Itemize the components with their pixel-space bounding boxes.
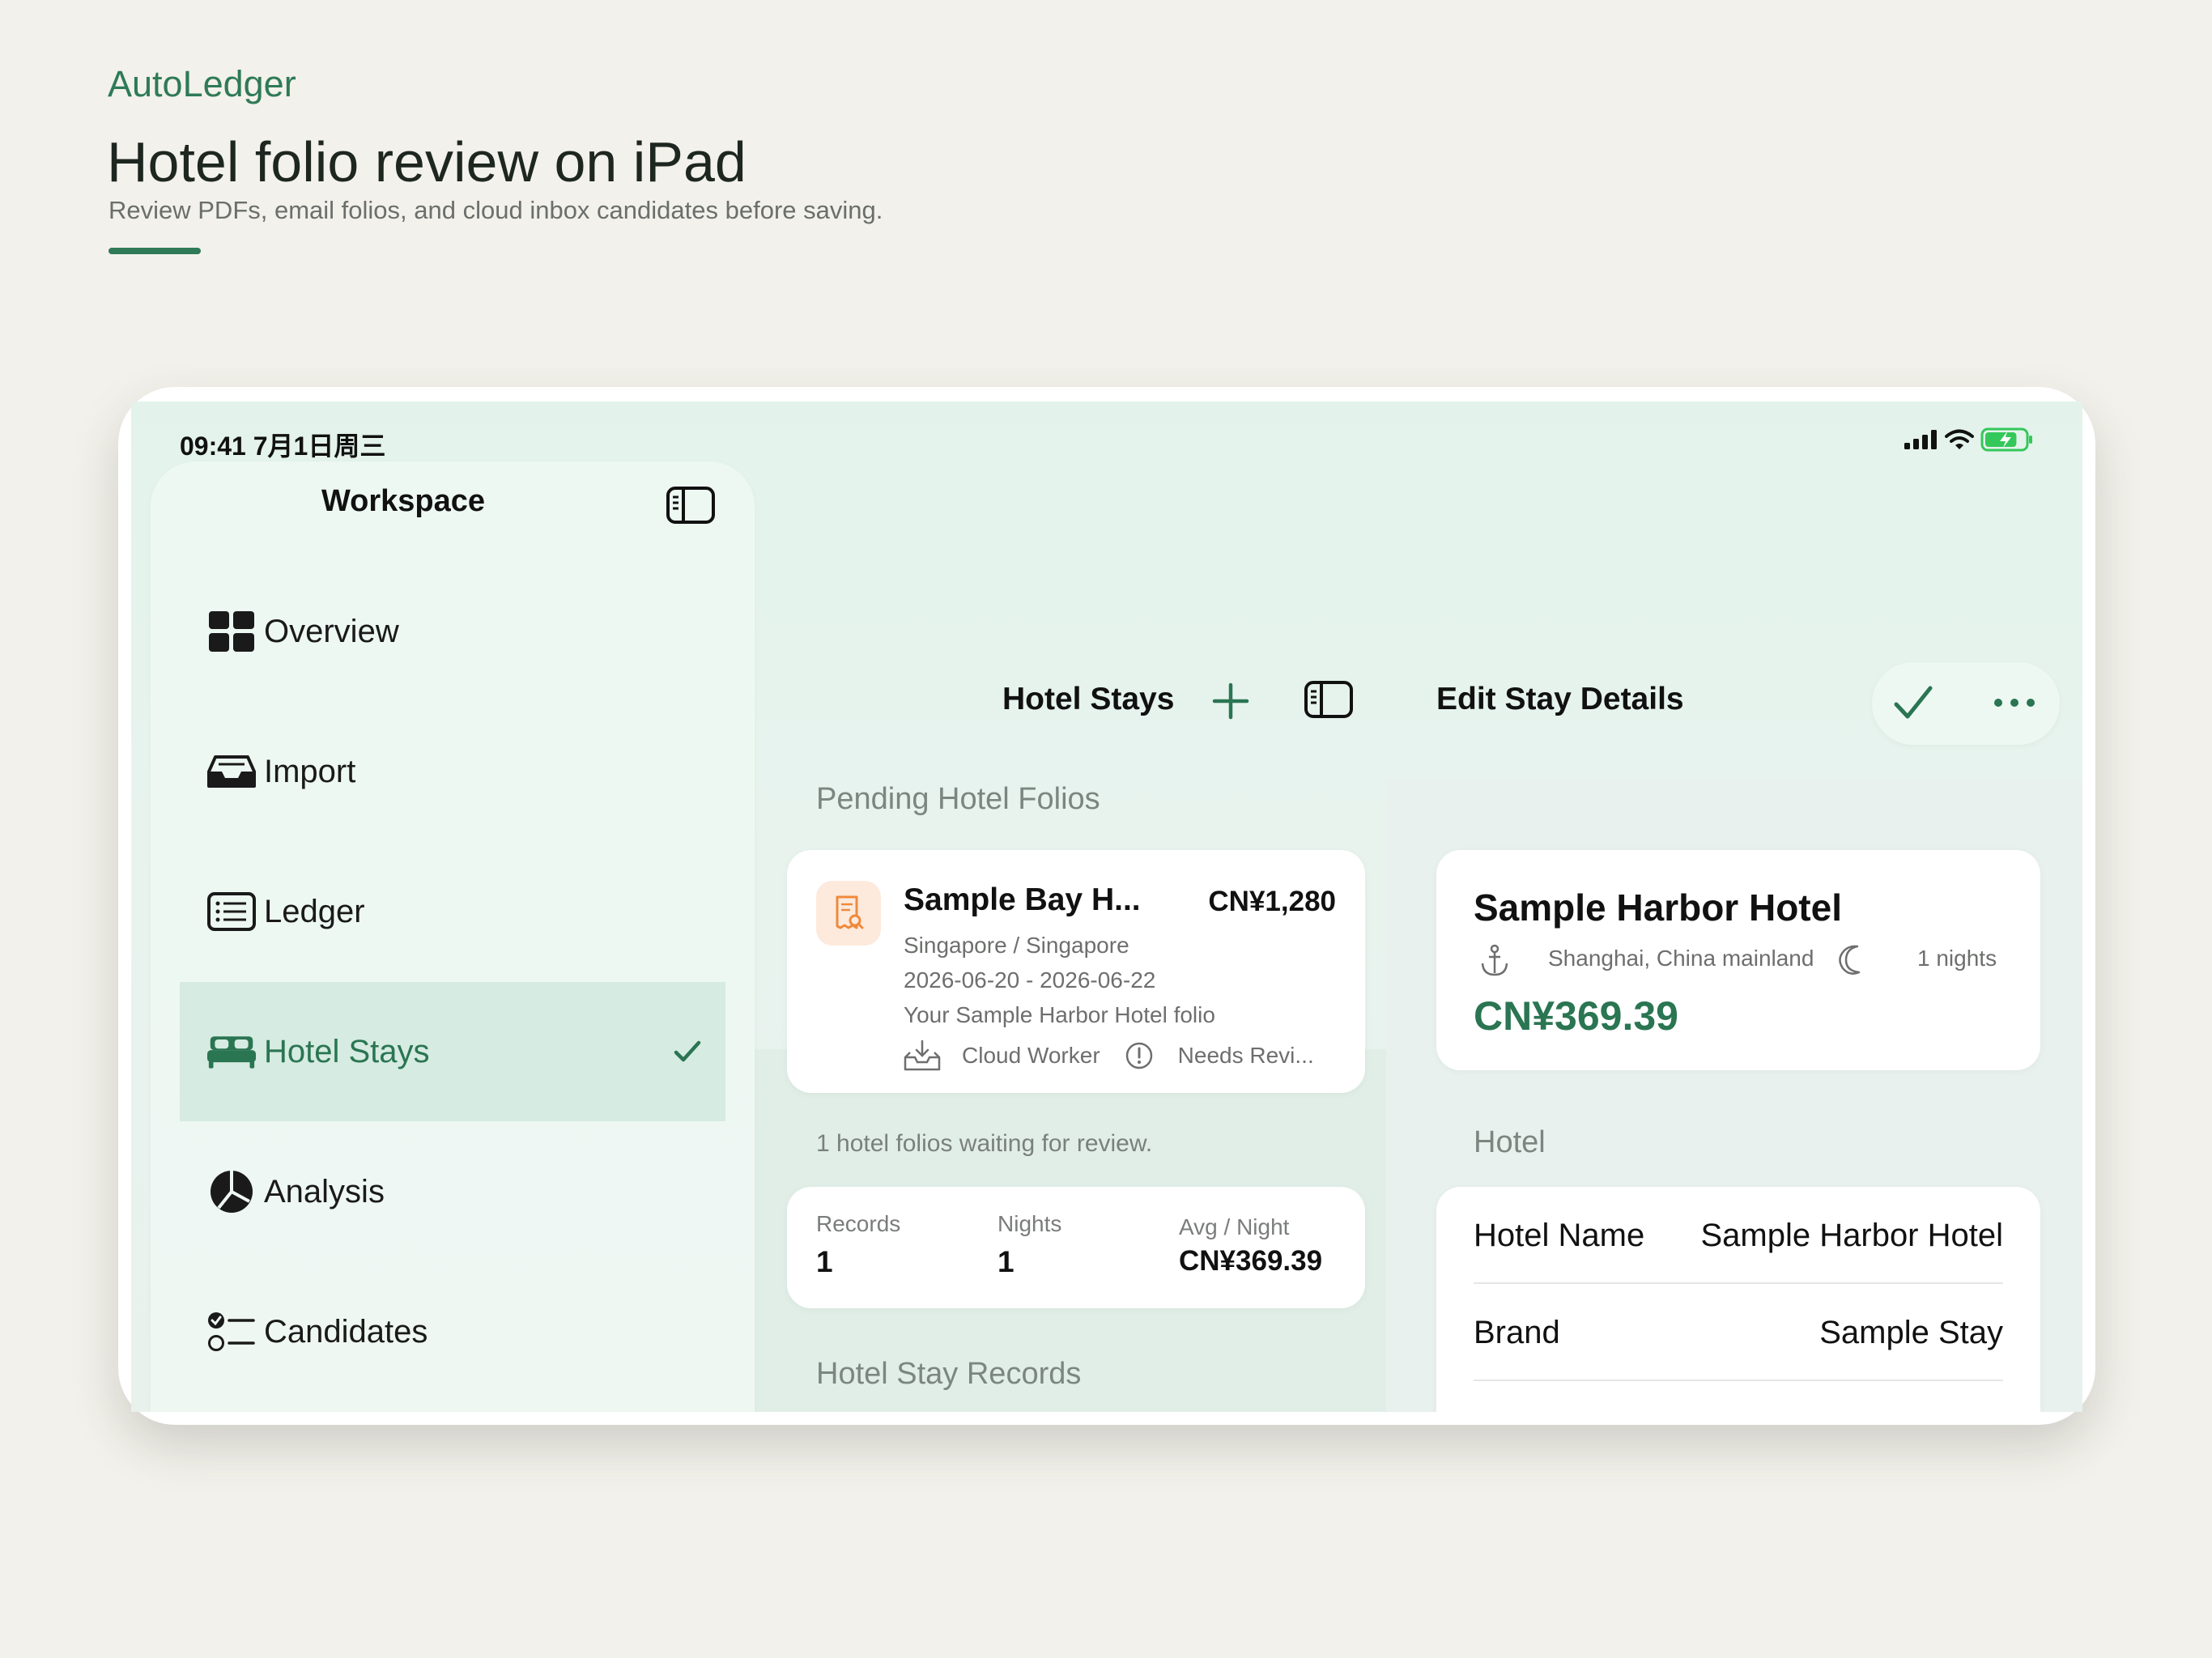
moon-icon [1839,945,1861,975]
folio-amount: CN¥1,280 [1208,886,1336,917]
sidebar-item-analysis[interactable]: Analysis [180,1122,725,1261]
sidebar-title: Workspace [321,484,486,518]
row-divider [1474,1380,2003,1381]
sidebar-item-label: Analysis [264,1173,385,1209]
folio-meta: Cloud Worker Needs Revi... [904,1039,1314,1072]
sidebar-item-ledger[interactable]: Ledger [180,842,725,981]
summary-hotel-name: Sample Harbor Hotel [1474,886,1842,929]
hotel-stays-title: Hotel Stays [1002,682,1175,716]
brand-field[interactable]: Sample Stay [1819,1315,2003,1351]
folio-location: Singapore / Singapore [904,933,1129,958]
sidebar-item-import[interactable]: Import [180,702,725,841]
cloud-tray-icon [904,1039,941,1071]
checkmark-icon [674,1040,701,1062]
nights-label: Nights [998,1211,1062,1236]
confirm-checkmark-button[interactable] [1893,683,1933,722]
list-icon [207,887,256,936]
avg-value: CN¥369.39 [1179,1245,1323,1277]
folio-subject: Your Sample Harbor Hotel folio [904,1002,1215,1027]
folio-dates: 2026-06-20 - 2026-06-22 [904,967,1156,993]
sidebar-item-overview[interactable]: Overview [180,562,725,701]
summary-amount: CN¥369.39 [1474,993,1678,1039]
detail-actions [1872,662,2060,745]
records-label: Records [816,1211,901,1236]
more-options-button[interactable] [1993,696,2035,709]
folio-source: Cloud Worker [962,1043,1100,1068]
wifi-icon [1945,429,1974,449]
pending-section-label: Pending Hotel Folios [816,782,1100,816]
bed-icon [207,1027,256,1076]
sidebar-item-hotel-stays[interactable]: Hotel Stays [180,982,725,1121]
sidebar-item-label: Hotel Stays [264,1033,430,1069]
sidebar-item-label: Ledger [264,893,365,929]
sidebar: Workspace Overview Import Ledger Hotel S… [151,461,755,1412]
brand-name: AutoLedger [108,63,296,104]
folio-title: Sample Bay H... [904,882,1141,917]
records-value: 1 [816,1245,833,1278]
hotel-fields-card: Hotel Name Sample Harbor Hotel Brand Sam… [1436,1187,2040,1412]
summary-nights: 1 nights [1917,946,1997,971]
receipt-search-icon [816,881,881,946]
hotel-name-label: Hotel Name [1474,1218,1645,1253]
grid-icon [207,607,256,656]
status-indicators [1904,427,2034,452]
edit-stay-title: Edit Stay Details [1436,682,1684,716]
anchor-location-icon [1481,944,1508,976]
page-headline: Hotel folio review on iPad [107,130,747,193]
battery-charging-icon [1980,427,2032,452]
accent-underline [108,248,201,254]
stats-card: Records 1 Nights 1 Avg / Night CN¥369.39 [787,1187,1365,1308]
ipad-screen: 09:41 7月1日周三 Workspace Overview Import L… [131,402,2082,1412]
stay-summary-card: Sample Harbor Hotel Shanghai, China main… [1436,850,2040,1070]
inbox-tray-icon [207,747,256,796]
sidebar-item-candidates[interactable]: Candidates [180,1262,725,1401]
avg-label: Avg / Night [1179,1214,1290,1239]
nights-value: 1 [998,1245,1015,1278]
add-stay-button[interactable] [1211,682,1250,721]
warning-circle-icon [1125,1042,1152,1069]
summary-location: Shanghai, China mainland [1548,946,1814,971]
sidebar-toggle-icon[interactable] [666,486,716,525]
column-toggle-icon[interactable] [1304,680,1354,719]
ipad-frame: 09:41 7月1日周三 Workspace Overview Import L… [118,387,2095,1425]
sidebar-item-label: Overview [264,613,399,649]
hotel-name-field[interactable]: Sample Harbor Hotel [1701,1218,2004,1254]
checklist-icon [207,1307,256,1356]
pie-chart-icon [207,1167,256,1216]
status-time: 09:41 7月1日周三 [180,432,386,461]
waiting-note: 1 hotel folios waiting for review. [816,1130,1153,1157]
brand-label: Brand [1474,1315,1560,1350]
cellular-signal-icon [1904,430,1937,449]
page-subline: Review PDFs, email folios, and cloud inb… [108,196,883,224]
sidebar-item-label: Candidates [264,1313,428,1350]
hotel-section-label: Hotel [1474,1125,1546,1159]
records-section-label: Hotel Stay Records [816,1357,1082,1391]
row-divider [1474,1282,2003,1284]
pending-folio-card[interactable]: Sample Bay H... CN¥1,280 Singapore / Sin… [787,850,1365,1093]
sidebar-item-label: Import [264,753,356,789]
folio-status: Needs Revi... [1177,1043,1314,1068]
